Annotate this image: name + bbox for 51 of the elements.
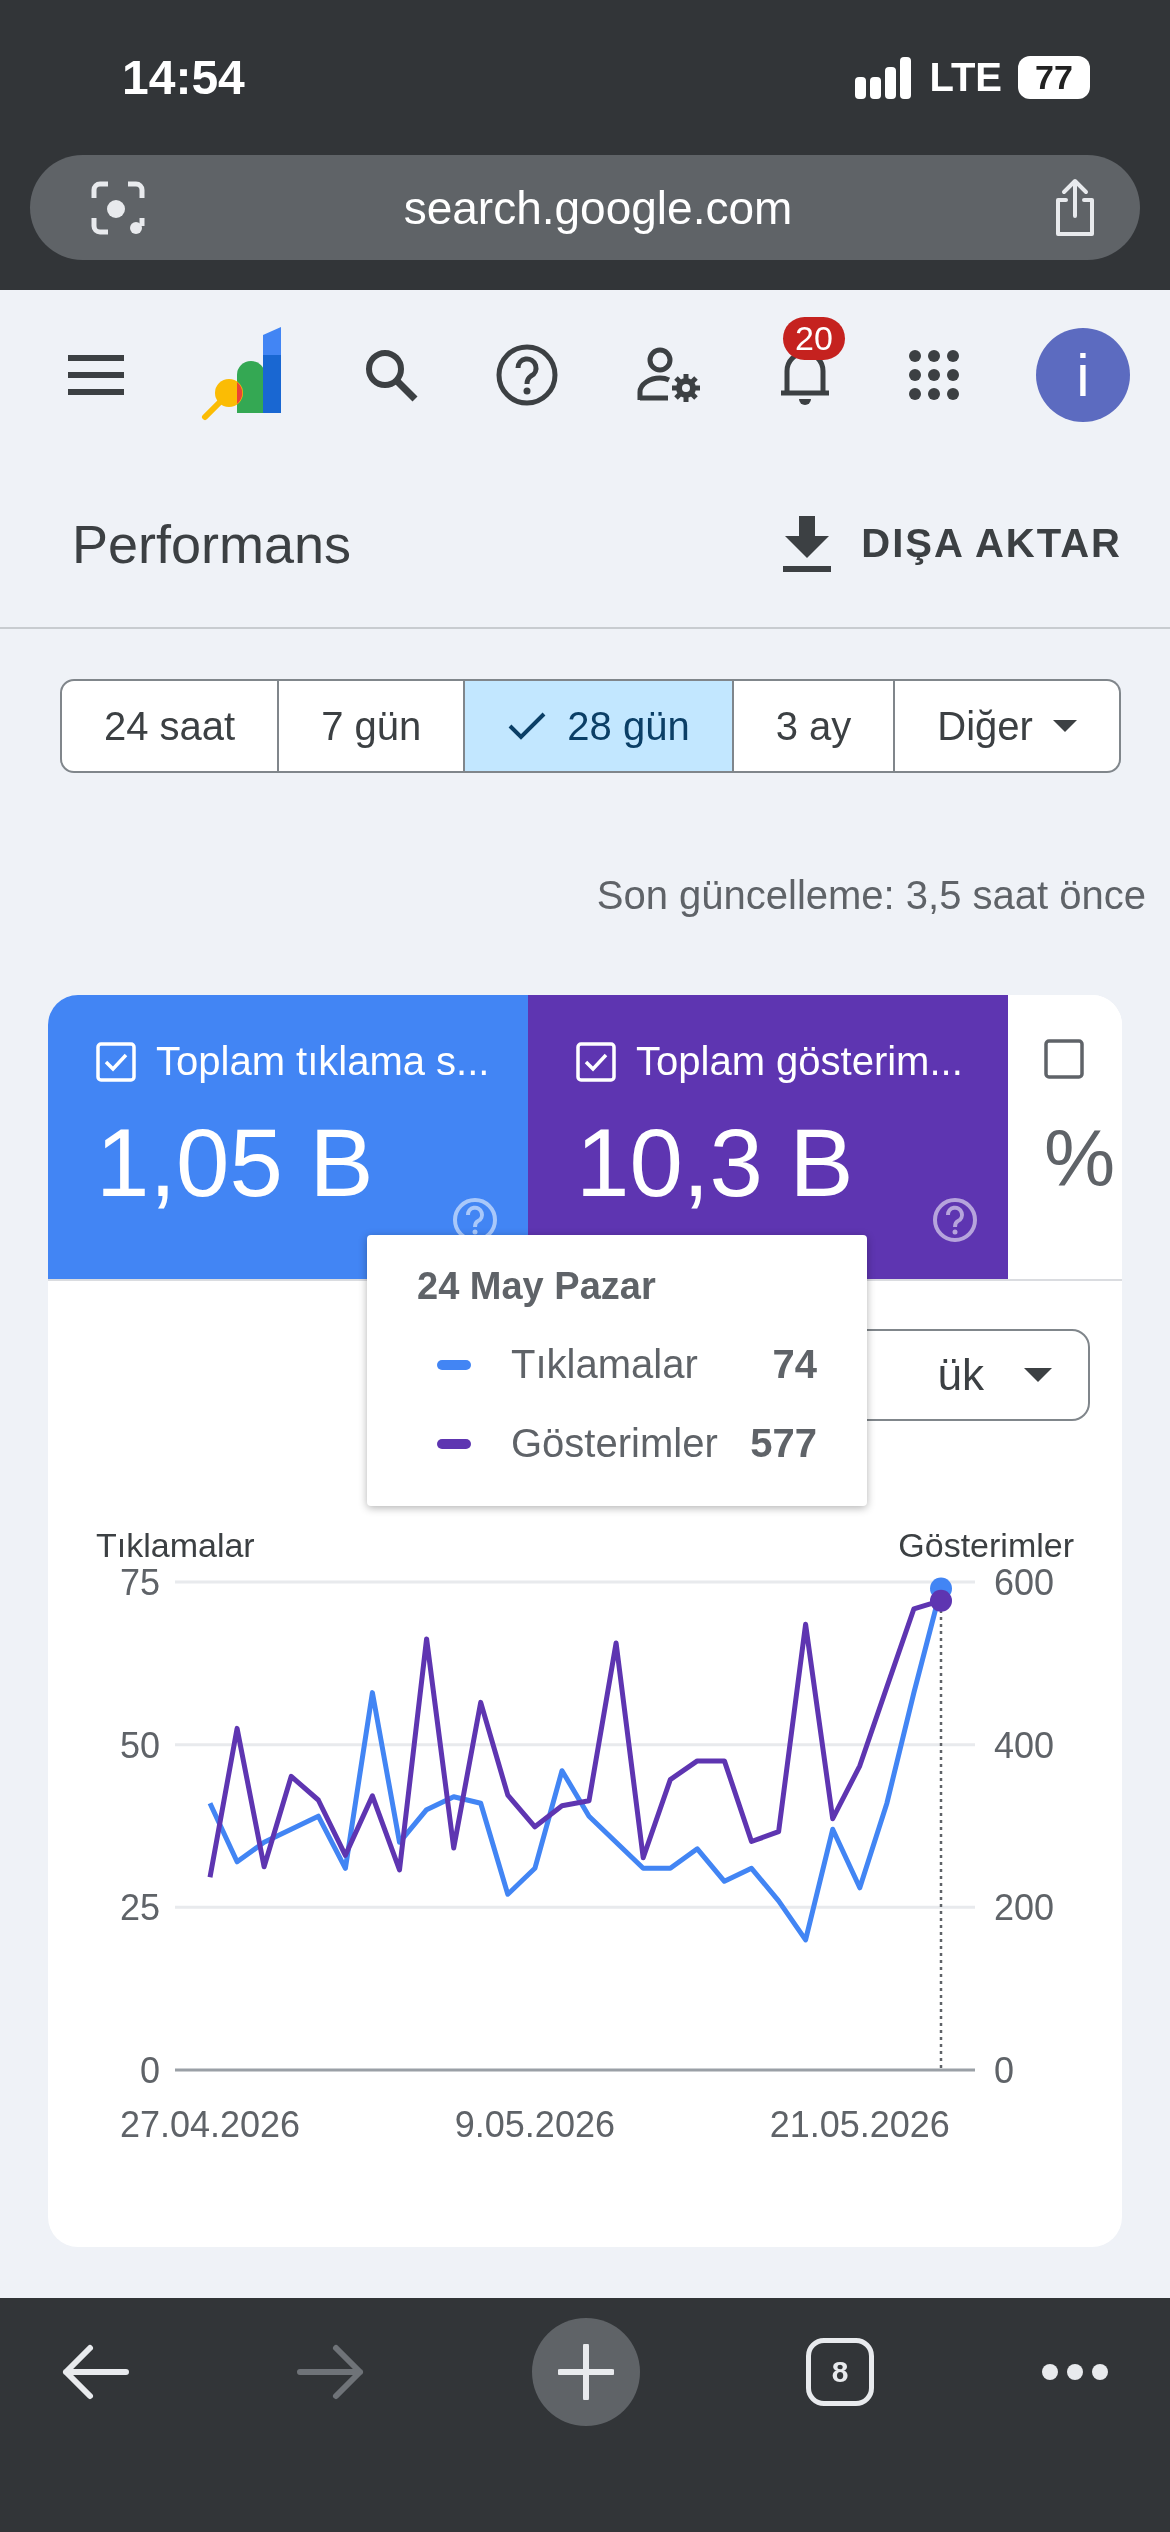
tick-label: 75 xyxy=(119,1562,160,1603)
tooltip-label: Gösterimler xyxy=(511,1421,719,1466)
tick-label: 200 xyxy=(994,1887,1055,1929)
metric-label: Toplam gösterim... xyxy=(636,1039,963,1084)
range-chip[interactable]: 7 gün xyxy=(279,679,466,773)
tick-label: 400 xyxy=(994,1724,1055,1766)
notifications-button[interactable]: 20 xyxy=(779,311,872,405)
address-bar[interactable]: search.google.com xyxy=(30,155,1140,260)
menu-icon[interactable] xyxy=(68,355,124,395)
tick-label: 50 xyxy=(119,1724,160,1766)
help-icon[interactable] xyxy=(496,344,559,406)
clock: 14:54 xyxy=(122,50,245,105)
tooltip-value: 577 xyxy=(750,1421,817,1466)
page-title: Performans xyxy=(72,512,352,575)
axis-title: Tıklamalar xyxy=(96,1526,255,1564)
metric-value: % xyxy=(1044,1113,1116,1205)
battery-level: 77 xyxy=(1018,56,1090,99)
tooltip-label: Tıklamalar xyxy=(511,1342,699,1387)
camera-lens-icon xyxy=(90,179,146,236)
tab-switcher-button[interactable]: 8 xyxy=(806,2338,874,2406)
tick-label: 600 xyxy=(994,1562,1055,1603)
caret-icon xyxy=(1052,720,1077,732)
download-icon xyxy=(783,515,832,572)
plus-icon xyxy=(558,2344,614,2400)
account-avatar[interactable]: i xyxy=(1035,328,1130,422)
metric-value: 10,3 B xyxy=(576,1108,854,1218)
metric-label: Toplam tıklama s... xyxy=(156,1039,490,1084)
range-chip[interactable]: Diğer xyxy=(895,679,1121,773)
range-chip[interactable]: 3 ay xyxy=(733,679,896,773)
last-update-text: Son güncelleme: 3,5 saat önce xyxy=(595,872,1147,919)
tick-label: 9.05.2026 xyxy=(454,2104,615,2145)
check-icon xyxy=(507,710,548,742)
data-point xyxy=(930,1589,952,1612)
signal-icon xyxy=(855,56,914,99)
caret-icon xyxy=(1024,1368,1052,1382)
tick-label: 0 xyxy=(994,2050,1015,2091)
axis-title: Gösterimler xyxy=(898,1526,1074,1564)
metric-value: 1,05 B xyxy=(96,1108,374,1218)
apps-grid-icon[interactable] xyxy=(908,350,959,400)
checkbox[interactable] xyxy=(1044,1039,1084,1079)
export-button[interactable]: DIŞA AKTAR xyxy=(783,505,1122,582)
tick-label: 25 xyxy=(119,1887,160,1929)
user-settings-icon[interactable] xyxy=(635,346,702,404)
tick-label: 21.05.2026 xyxy=(769,2104,950,2145)
tick-label: 27.04.2026 xyxy=(119,2104,301,2145)
range-chip[interactable]: 24 saat xyxy=(60,679,280,773)
url-text: search.google.com xyxy=(403,180,793,235)
tick-label: 0 xyxy=(139,2050,160,2091)
range-chip[interactable]: 28 gün xyxy=(465,679,734,773)
network-label: LTE xyxy=(929,55,1002,100)
notification-badge: 20 xyxy=(783,317,845,360)
